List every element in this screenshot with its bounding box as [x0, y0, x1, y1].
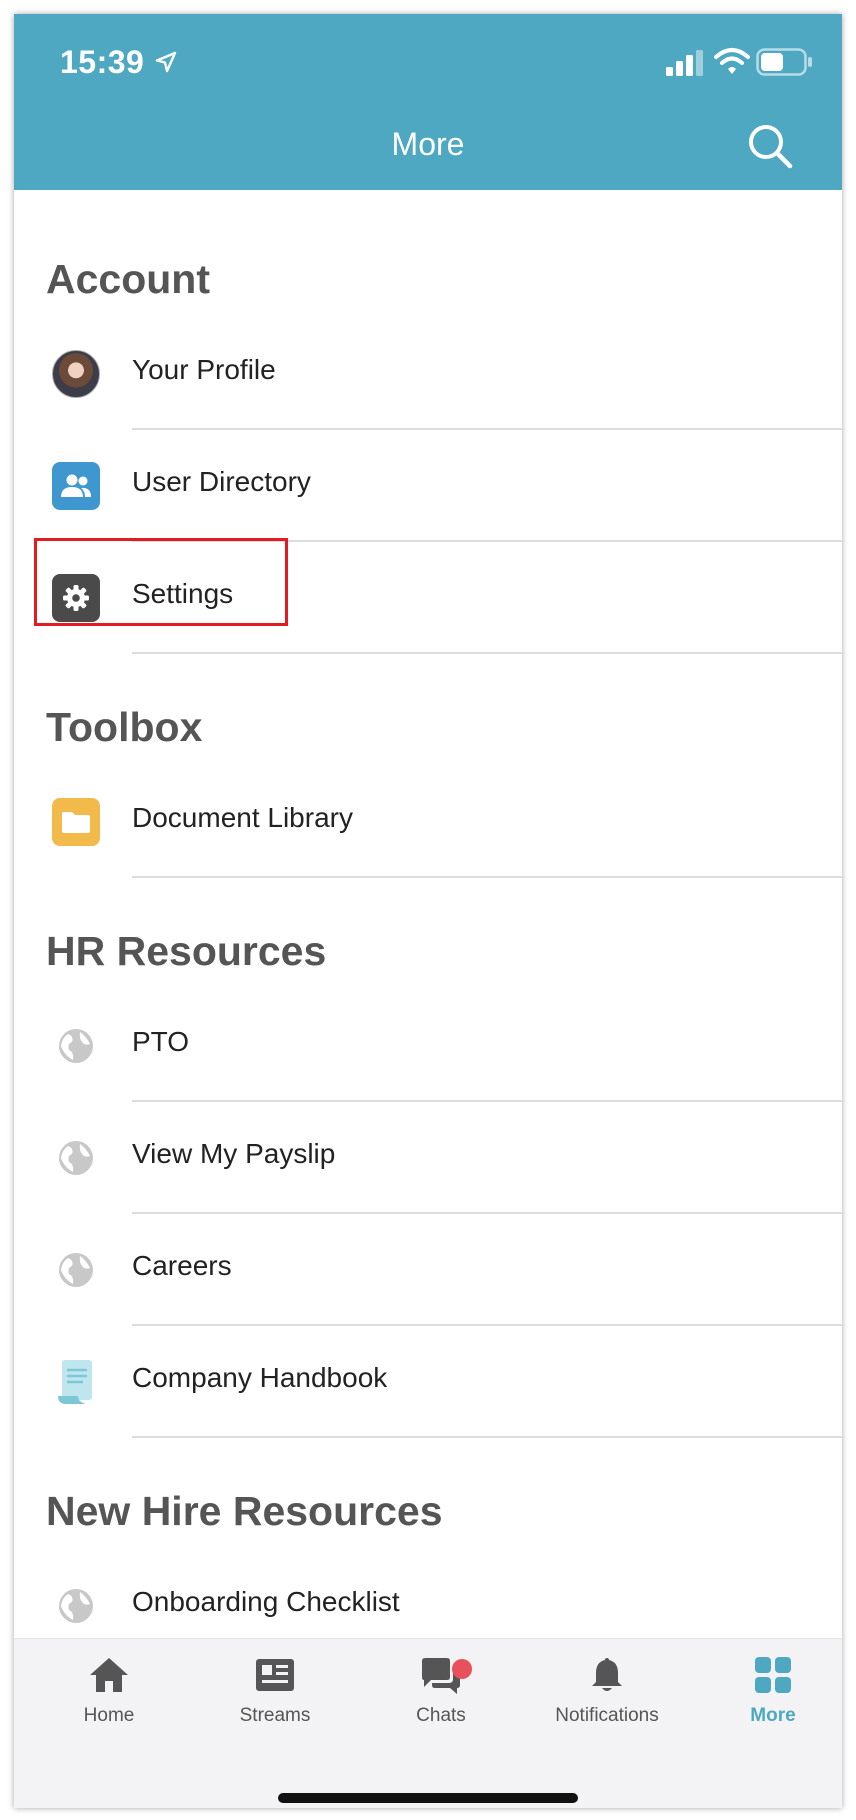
folder-icon — [52, 798, 100, 846]
tab-label: Chats — [416, 1705, 466, 1726]
users-icon — [52, 462, 100, 510]
menu-item-view-my-payslip[interactable]: View My Payslip — [14, 1102, 842, 1214]
menu-item-user-directory[interactable]: User Directory — [14, 430, 842, 542]
battery-icon — [756, 48, 812, 76]
menu-item-document-library[interactable]: Document Library — [14, 766, 842, 878]
menu-item-label: Onboarding Checklist — [132, 1586, 400, 1617]
tab-chats[interactable]: Chats — [366, 1655, 516, 1765]
menu-item-company-handbook[interactable]: Company Handbook — [14, 1326, 842, 1438]
page-title: More — [391, 126, 465, 162]
section-title-new-hire-resources: New Hire Resources — [46, 1488, 443, 1534]
tab-bar: Home Streams Chats Notifications More — [14, 1638, 842, 1808]
tab-label: Home — [83, 1705, 135, 1726]
wifi-icon — [714, 48, 750, 74]
menu-item-label: User Directory — [132, 466, 311, 497]
tab-more[interactable]: More — [698, 1655, 842, 1765]
scroll-icon — [52, 1358, 100, 1406]
menu-item-label: PTO — [132, 1026, 190, 1057]
menu-item-label: Careers — [132, 1250, 232, 1281]
section-title-account: Account — [46, 256, 210, 302]
home-icon — [90, 1658, 128, 1692]
section-title-toolbox: Toolbox — [46, 704, 203, 750]
tab-notifications[interactable]: Notifications — [532, 1655, 682, 1765]
grid-icon — [755, 1657, 791, 1693]
location-arrow-icon — [155, 51, 177, 73]
menu-item-label: Your Profile — [132, 354, 276, 385]
streams-icon — [256, 1659, 294, 1691]
globe-icon — [52, 1134, 100, 1182]
menu-item-careers[interactable]: Careers — [14, 1214, 842, 1326]
tab-home[interactable]: Home — [34, 1655, 184, 1765]
divider — [132, 652, 842, 654]
section-title-hr-resources: HR Resources — [46, 928, 327, 974]
menu-item-label: View My Payslip — [132, 1138, 336, 1169]
home-indicator[interactable] — [278, 1793, 578, 1803]
app-header: 15:39 More — [14, 14, 842, 190]
phone-screen: 15:39 More Account Your Profile User Dir… — [14, 14, 842, 1808]
globe-icon — [52, 1022, 100, 1070]
tab-label: Notifications — [555, 1705, 659, 1726]
globe-icon — [52, 1582, 100, 1630]
settings-highlight-box — [34, 538, 288, 626]
status-time: 15:39 — [60, 44, 145, 80]
tab-label: Streams — [239, 1705, 311, 1726]
divider — [132, 876, 842, 878]
cellular-signal-icon — [666, 50, 703, 76]
search-icon[interactable] — [744, 120, 796, 172]
bell-icon — [592, 1658, 622, 1691]
menu-item-label: Company Handbook — [132, 1362, 388, 1393]
menu-item-pto[interactable]: PTO — [14, 990, 842, 1102]
chats-badge-dot — [452, 1659, 472, 1679]
divider — [132, 1436, 842, 1438]
globe-icon — [52, 1246, 100, 1294]
avatar — [52, 350, 100, 398]
menu-item-your-profile[interactable]: Your Profile — [14, 318, 842, 430]
menu-item-label: Document Library — [132, 802, 353, 833]
tab-streams[interactable]: Streams — [200, 1655, 350, 1765]
tab-label: More — [750, 1705, 796, 1726]
